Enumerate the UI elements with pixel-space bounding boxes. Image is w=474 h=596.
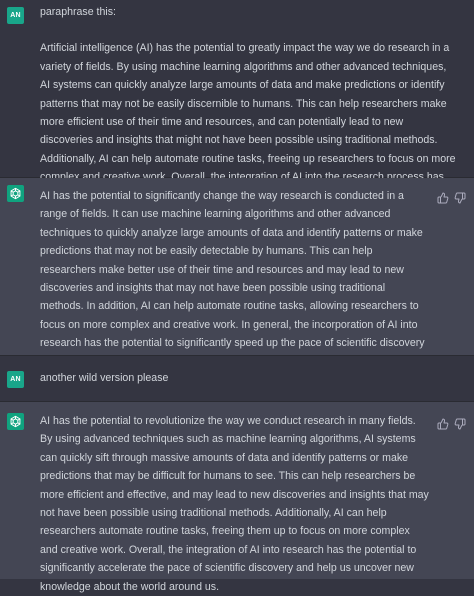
assistant-message: AI has the potential to revolutionize th…: [0, 402, 474, 593]
message-paragraph: AI has the potential to significantly ch…: [40, 190, 425, 368]
message-text: AI has the potential to revolutionize th…: [40, 412, 430, 596]
assistant-message: AI has the potential to significantly ch…: [0, 178, 474, 368]
user-avatar: AN: [7, 371, 24, 388]
message-actions: [437, 191, 466, 204]
thumbs-down-icon[interactable]: [454, 417, 466, 430]
message-actions: [437, 417, 466, 430]
user-avatar: AN: [7, 7, 24, 24]
user-message: AN paraphrase this: Artificial intellige…: [0, 0, 474, 220]
chat-conversation: AN paraphrase this: Artificial intellige…: [0, 0, 474, 593]
message-text: another wild version please: [40, 369, 456, 387]
message-paragraph: AI has the potential to revolutionize th…: [40, 415, 429, 593]
openai-logo-icon: [7, 185, 24, 202]
thumbs-up-icon[interactable]: [437, 417, 449, 430]
message-paragraph: paraphrase this:: [40, 6, 116, 18]
message-text: AI has the potential to significantly ch…: [40, 187, 430, 371]
thumbs-down-icon[interactable]: [454, 191, 466, 204]
user-message: AN another wild version please: [0, 356, 474, 402]
message-paragraph: another wild version please: [40, 372, 169, 384]
openai-logo-icon: [7, 413, 24, 430]
thumbs-up-icon[interactable]: [437, 191, 449, 204]
